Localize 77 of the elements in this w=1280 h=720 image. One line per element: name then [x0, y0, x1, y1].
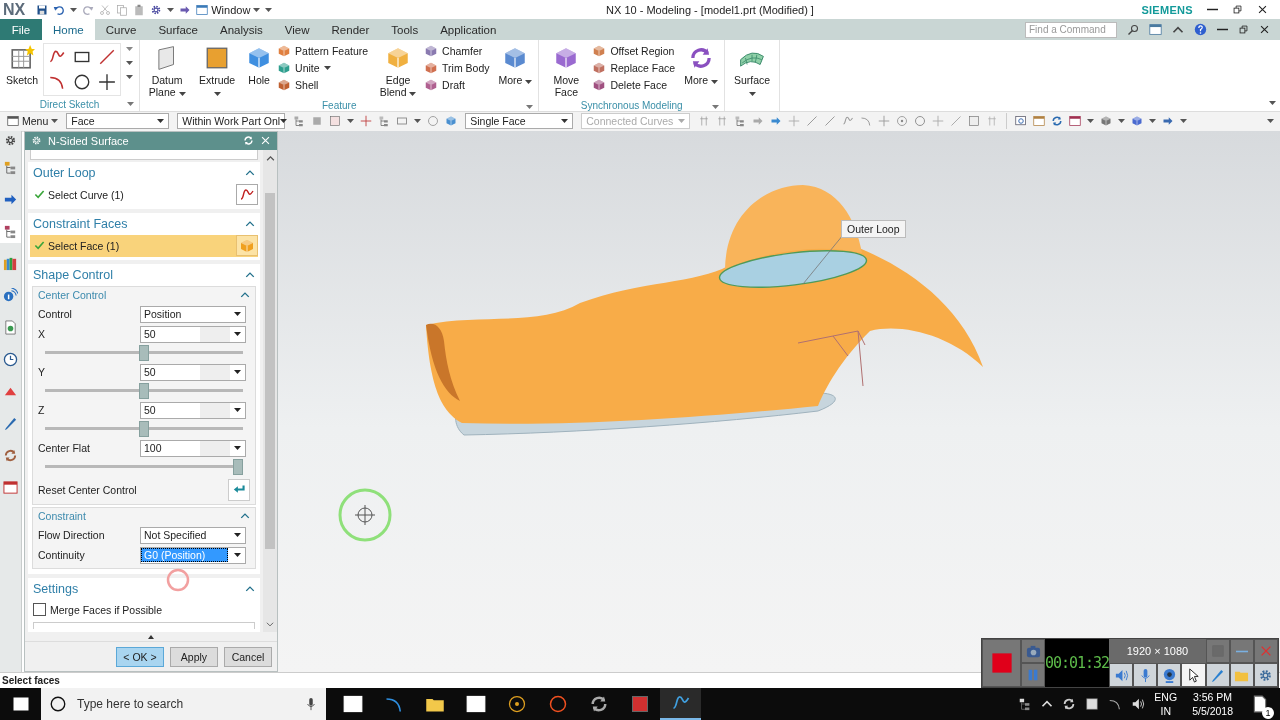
recording-timer: 00:01:32 [1045, 639, 1109, 687]
command-search-field[interactable]: Find a Command [1025, 21, 1117, 38]
ribbon-command-button[interactable]: Sketch [3, 43, 42, 88]
ribbon-command-button[interactable]: Chamfer [424, 43, 494, 58]
dialog-title-bar: N-Sided Surface [25, 132, 277, 150]
window-menu-button[interactable]: Window [196, 3, 261, 16]
ribbon-command-button[interactable]: Edge Blend [374, 43, 423, 100]
section-title: Outer Loop [33, 165, 96, 180]
ribbon-command-button[interactable]: Draft [424, 77, 494, 92]
ribbon-tab[interactable]: View [273, 19, 321, 40]
clock-date[interactable]: 5/5/2018 [1192, 704, 1233, 718]
field-label: Z [38, 404, 46, 417]
ribbon-command-button[interactable]: Replace Face [592, 60, 680, 75]
number-field[interactable]: 50 [140, 325, 246, 343]
dropdown-field[interactable]: Within Work Part Onl [177, 113, 286, 129]
ribbon-command-button[interactable]: Datum Plane [143, 43, 192, 100]
ribbon-command-button[interactable]: More [681, 43, 721, 88]
dropdown-field[interactable]: Not Specified [140, 526, 246, 544]
group-title: Synchronous Modeling [580, 100, 683, 111]
menu-button[interactable]: Menu [7, 115, 59, 127]
field-label: X [38, 328, 46, 341]
ribbon-command-button[interactable]: Surface [728, 43, 776, 100]
ribbon-command-button[interactable]: Trim Body [424, 60, 494, 75]
field-label: Control [38, 308, 73, 321]
ribbon-tab[interactable]: Analysis [209, 19, 274, 40]
group-title: Center Control [38, 289, 107, 302]
checkbox-label: Merge Faces if Possible [50, 603, 163, 616]
group-title: Feature [322, 100, 357, 111]
callout-label: Outer Loop [841, 220, 906, 238]
app-logo: NX [3, 0, 26, 19]
section-title: Shape Control [33, 267, 113, 282]
selection-row[interactable]: Select Curve (1) [30, 183, 258, 206]
window-title: NX 10 - Modeling - [model1.prt (Modified) ] [605, 3, 814, 16]
file-menu-tab[interactable]: File [0, 19, 42, 40]
ribbon-command-button[interactable]: Shell [277, 77, 373, 92]
resolution-label: 1920 × 1080 [1109, 639, 1206, 663]
field-label: Reset Center Control [38, 483, 138, 496]
search-bar[interactable]: Type here to search [41, 688, 326, 720]
number-field[interactable]: 50 [140, 363, 246, 381]
selection-row[interactable]: Select Face (1) [30, 234, 258, 257]
number-field[interactable]: 100 [140, 439, 246, 457]
dialog-button[interactable]: Apply [170, 646, 218, 667]
notification-badge: 1 [1262, 707, 1274, 719]
ribbon-tab[interactable]: Surface [147, 19, 209, 40]
number-field[interactable]: 50 [140, 401, 246, 419]
ribbon-command-button[interactable]: Delete Face [592, 77, 680, 92]
field-label: Y [38, 366, 46, 379]
field-label: Center Flat [38, 442, 91, 455]
ribbon-command-button[interactable]: Hole [243, 43, 276, 88]
section-title: Settings [33, 581, 79, 596]
ribbon-command-button[interactable]: Pattern Feature [277, 43, 373, 58]
group-title: Constraint [38, 510, 86, 523]
dialog-button[interactable]: Cancel [224, 646, 272, 667]
ribbon-command-button[interactable]: Move Face [542, 43, 591, 100]
status-message: Select faces [2, 675, 60, 686]
input-language[interactable]: ENG [1154, 690, 1178, 704]
ribbon-command-button[interactable]: Unite [277, 60, 373, 75]
section-title: Constraint Faces [33, 216, 128, 231]
ribbon-tab[interactable]: Home [42, 19, 95, 40]
dropdown-field[interactable]: Single Face [465, 113, 574, 129]
dropdown-field[interactable]: Position [140, 305, 246, 323]
dropdown-field[interactable]: Face [66, 113, 170, 129]
ribbon-tab[interactable]: Curve [94, 19, 148, 40]
ribbon-tab[interactable]: Application [429, 19, 508, 40]
taskbar-search-field[interactable]: Type here to search [75, 696, 296, 712]
ribbon-tab[interactable]: Render [320, 19, 381, 40]
dialog-button[interactable]: < OK > [116, 646, 164, 667]
brand-logo: SIEMENS [1141, 3, 1193, 16]
ribbon-command-button[interactable]: More [495, 43, 536, 88]
ribbon-tab[interactable]: Tools [380, 19, 430, 40]
field-label: Continuity [38, 549, 86, 562]
clock-time[interactable]: 3:56 PM [1193, 690, 1233, 704]
field-label: Flow Direction [38, 529, 106, 542]
group-title: Direct Sketch [39, 98, 100, 110]
ribbon-command-button[interactable]: Extrude [193, 43, 242, 100]
input-region[interactable]: IN [1160, 704, 1171, 718]
ribbon-command-button[interactable]: Offset Region [592, 43, 680, 58]
